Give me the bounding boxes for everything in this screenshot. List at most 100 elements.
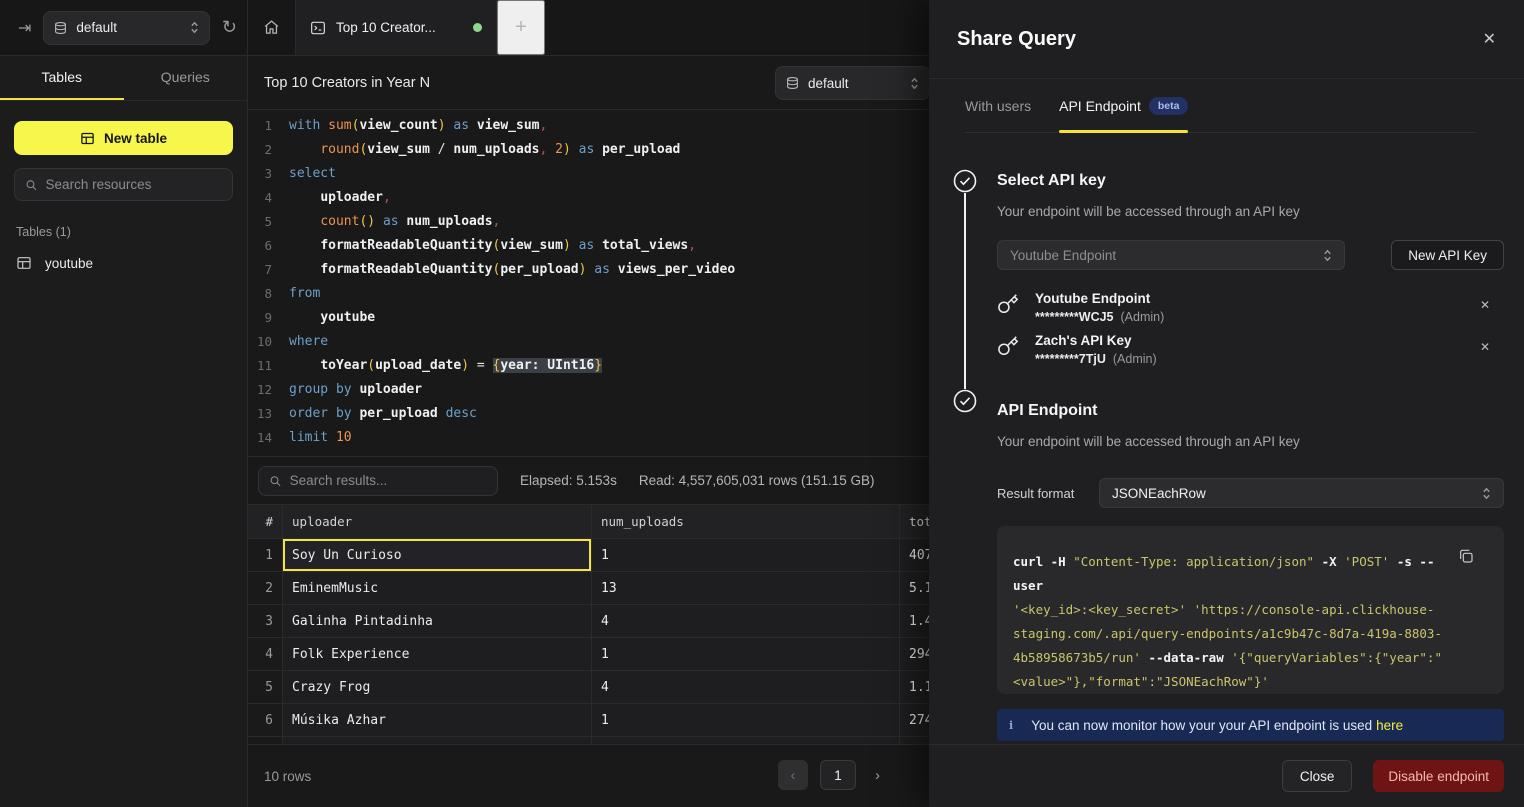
elapsed-stat: Elapsed: 5.153s — [520, 473, 617, 488]
banner-here-link[interactable]: here — [1376, 718, 1403, 733]
tab-with-users[interactable]: With users — [965, 79, 1031, 132]
new-tab-button[interactable]: + — [497, 0, 545, 55]
resource-search — [14, 168, 233, 201]
query-tab[interactable]: Top 10 Creator... — [296, 0, 497, 55]
api-key-masked: *********WCJ5 — [1035, 310, 1114, 324]
copy-icon[interactable] — [1458, 548, 1474, 564]
banner-text: You can now monitor how your your API en… — [1031, 718, 1403, 733]
editor-database-selector[interactable]: default — [775, 66, 930, 100]
new-table-button[interactable]: New table — [14, 121, 233, 155]
monitor-banner: i You can now monitor how your your API … — [997, 709, 1504, 741]
row-index[interactable]: 6 — [248, 704, 283, 737]
table-cell[interactable] — [283, 737, 592, 744]
next-page-button[interactable]: › — [875, 767, 880, 784]
key-icon — [997, 335, 1019, 357]
step2-description: Your endpoint will be accessed through a… — [997, 432, 1504, 452]
info-icon: i — [1009, 719, 1013, 732]
table-cell[interactable]: Folk Experience — [283, 638, 592, 671]
row-index[interactable]: 1 — [248, 539, 283, 572]
table-cell[interactable]: 4 — [592, 605, 900, 638]
disable-endpoint-button[interactable]: Disable endpoint — [1373, 760, 1504, 792]
result-format-label: Result format — [997, 486, 1099, 501]
sidebar-table-item[interactable]: youtube — [14, 251, 233, 275]
remove-key-icon[interactable]: ✕ — [1480, 340, 1490, 354]
step1-check-icon — [953, 169, 977, 193]
sidebar-tab-queries[interactable]: Queries — [124, 56, 248, 100]
results-search — [258, 466, 498, 496]
row-count: 10 rows — [264, 769, 311, 784]
table-name: youtube — [45, 256, 93, 271]
chevron-up-down-icon — [1482, 486, 1491, 501]
sidebar: Tables Queries New table Tables (1) yout… — [0, 56, 248, 807]
table-cell[interactable]: EminemMusic — [283, 572, 592, 605]
curl-line: '<key_id>:<key_secret>' 'https://console… — [1013, 598, 1458, 622]
chevron-up-down-icon — [910, 76, 919, 91]
prev-page-button[interactable]: ‹ — [778, 760, 808, 790]
stepper-connector — [964, 193, 966, 389]
column-header-num-uploads[interactable]: num_uploads — [592, 505, 900, 539]
table-cell[interactable] — [592, 737, 900, 744]
table-cell[interactable]: Crazy Frog — [283, 671, 592, 704]
key-icon — [997, 293, 1019, 315]
topbar-left-section: ⇥ default ↻ — [0, 0, 248, 55]
remove-key-icon[interactable]: ✕ — [1480, 298, 1490, 312]
table-cell[interactable]: 1 — [592, 638, 900, 671]
curl-code-block: curl -H "Content-Type: application/json"… — [997, 526, 1504, 694]
table-cell[interactable]: Músika Azhar — [283, 704, 592, 737]
query-title: Top 10 Creators in Year N — [264, 75, 430, 91]
step2-title: API Endpoint — [997, 399, 1504, 423]
database-selector[interactable]: default — [43, 11, 210, 45]
tables-section-label: Tables (1) — [14, 225, 233, 239]
table-icon — [80, 131, 95, 146]
step1-title: Select API key — [997, 169, 1504, 193]
api-key-row: Zach's API Key *********7TjU(Admin) ✕ — [997, 329, 1504, 371]
search-icon — [25, 178, 38, 192]
step1-description: Your endpoint will be accessed through a… — [997, 202, 1504, 222]
collapse-sidebar-icon[interactable]: ⇥ — [18, 18, 31, 38]
refresh-icon[interactable]: ↻ — [222, 17, 237, 38]
column-header-index[interactable]: # — [248, 505, 283, 539]
column-header-uploader[interactable]: uploader — [283, 505, 592, 539]
database-icon — [54, 21, 67, 35]
sidebar-tab-tables[interactable]: Tables — [0, 56, 124, 100]
terminal-icon — [310, 20, 326, 36]
api-key-name: Zach's API Key — [1035, 332, 1157, 350]
api-key-select[interactable]: Youtube Endpoint — [997, 240, 1345, 270]
resource-search-input[interactable] — [46, 177, 222, 192]
row-index[interactable]: 3 — [248, 605, 283, 638]
chevron-up-down-icon — [1323, 248, 1332, 263]
curl-line: <value>"},"format":"JSONEachRow"}' — [1013, 670, 1458, 694]
home-button[interactable] — [248, 0, 296, 55]
api-key-name: Youtube Endpoint — [1035, 290, 1164, 308]
close-icon[interactable]: ✕ — [1483, 29, 1496, 49]
row-index[interactable]: 5 — [248, 671, 283, 704]
page-number[interactable]: 1 — [820, 760, 856, 790]
panel-title: Share Query — [957, 28, 1076, 51]
home-icon — [263, 19, 280, 36]
beta-badge: beta — [1149, 97, 1189, 115]
database-icon — [786, 76, 799, 90]
table-icon — [16, 255, 32, 271]
api-key-row: Youtube Endpoint *********WCJ5 (Admin) ✕ — [997, 287, 1504, 329]
row-index[interactable]: 2 — [248, 572, 283, 605]
results-search-input[interactable] — [290, 473, 487, 488]
table-list: youtube — [14, 251, 233, 275]
row-index[interactable]: 4 — [248, 638, 283, 671]
database-selector-value: default — [76, 20, 117, 35]
table-cell[interactable]: 13 — [592, 572, 900, 605]
table-cell[interactable]: 1 — [592, 539, 900, 572]
table-cell[interactable]: Galinha Pintadinha — [283, 605, 592, 638]
table-cell[interactable]: 4 — [592, 671, 900, 704]
tab-api-endpoint[interactable]: API Endpoint beta — [1059, 79, 1188, 132]
row-index[interactable] — [248, 737, 283, 744]
api-key-role: (Admin) — [1121, 310, 1165, 324]
curl-line: staging.com/.api/query-endpoints/a1c9b47… — [1013, 622, 1458, 646]
table-cell[interactable]: 1 — [592, 704, 900, 737]
query-tab-label: Top 10 Creator... — [336, 20, 436, 35]
panel-tabs: With users API Endpoint beta — [965, 79, 1476, 133]
result-format-select[interactable]: JSONEachRow — [1099, 478, 1504, 508]
api-key-list: Youtube Endpoint *********WCJ5(Admin) ✕ … — [997, 287, 1504, 371]
table-cell[interactable]: Soy Un Curioso — [283, 539, 592, 572]
close-button[interactable]: Close — [1282, 760, 1353, 792]
new-api-key-button[interactable]: New API Key — [1391, 240, 1504, 270]
